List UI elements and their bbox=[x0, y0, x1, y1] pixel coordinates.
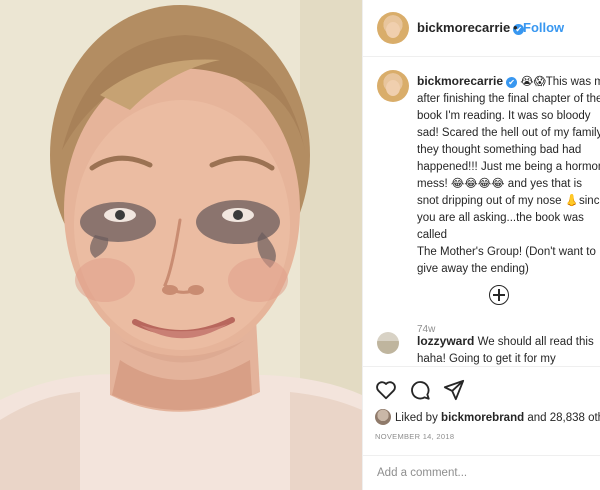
heart-icon[interactable] bbox=[375, 379, 399, 403]
verified-badge-icon: ✔ bbox=[506, 77, 518, 88]
liker-avatar[interactable] bbox=[375, 409, 391, 425]
photo-illustration bbox=[0, 0, 362, 490]
author-avatar[interactable] bbox=[377, 12, 409, 44]
follow-button[interactable]: Follow bbox=[523, 20, 564, 35]
share-icon[interactable] bbox=[443, 379, 467, 403]
caption-emojis: 😭😱 bbox=[520, 76, 546, 88]
caption-text: bickmorecarrie✔ 😭😱This was me after fini… bbox=[417, 73, 600, 278]
likes-summary: Liked by bickmorebrand and 28,838 others bbox=[375, 409, 600, 425]
add-comment-input[interactable] bbox=[375, 466, 589, 480]
likes-suffix[interactable]: and 28,838 others bbox=[527, 412, 600, 424]
add-comment-bar bbox=[363, 455, 600, 490]
caption-avatar[interactable] bbox=[377, 70, 409, 102]
post-side-panel: bickmorecarrie ✔ • Follow bickmorecarrie ✔… bbox=[362, 0, 600, 490]
load-more-icon[interactable] bbox=[489, 285, 509, 305]
liker-username[interactable]: bickmorebrand bbox=[441, 412, 524, 424]
likes-prefix: Liked by bbox=[395, 412, 438, 424]
caption-body: This was me after finishing the final ch… bbox=[417, 76, 600, 275]
post-header: bickmorecarrie ✔ • Follow bbox=[363, 0, 600, 57]
author-username[interactable]: bickmorecarrie ✔ bbox=[417, 20, 525, 35]
post-photo[interactable] bbox=[0, 0, 362, 490]
separator-dot: • bbox=[513, 20, 518, 35]
commenter-avatar[interactable] bbox=[377, 332, 399, 354]
comment-icon[interactable] bbox=[409, 379, 433, 403]
caption-username[interactable]: bickmorecarrie bbox=[417, 74, 503, 88]
post-actions: Liked by bickmorebrand and 28,838 others… bbox=[363, 366, 600, 490]
commenter-username[interactable]: lozzyward bbox=[417, 334, 474, 348]
comment-text: lozzyward We should all read this haha! … bbox=[417, 333, 600, 368]
post-date: NOVEMBER 14, 2018 bbox=[375, 432, 455, 441]
